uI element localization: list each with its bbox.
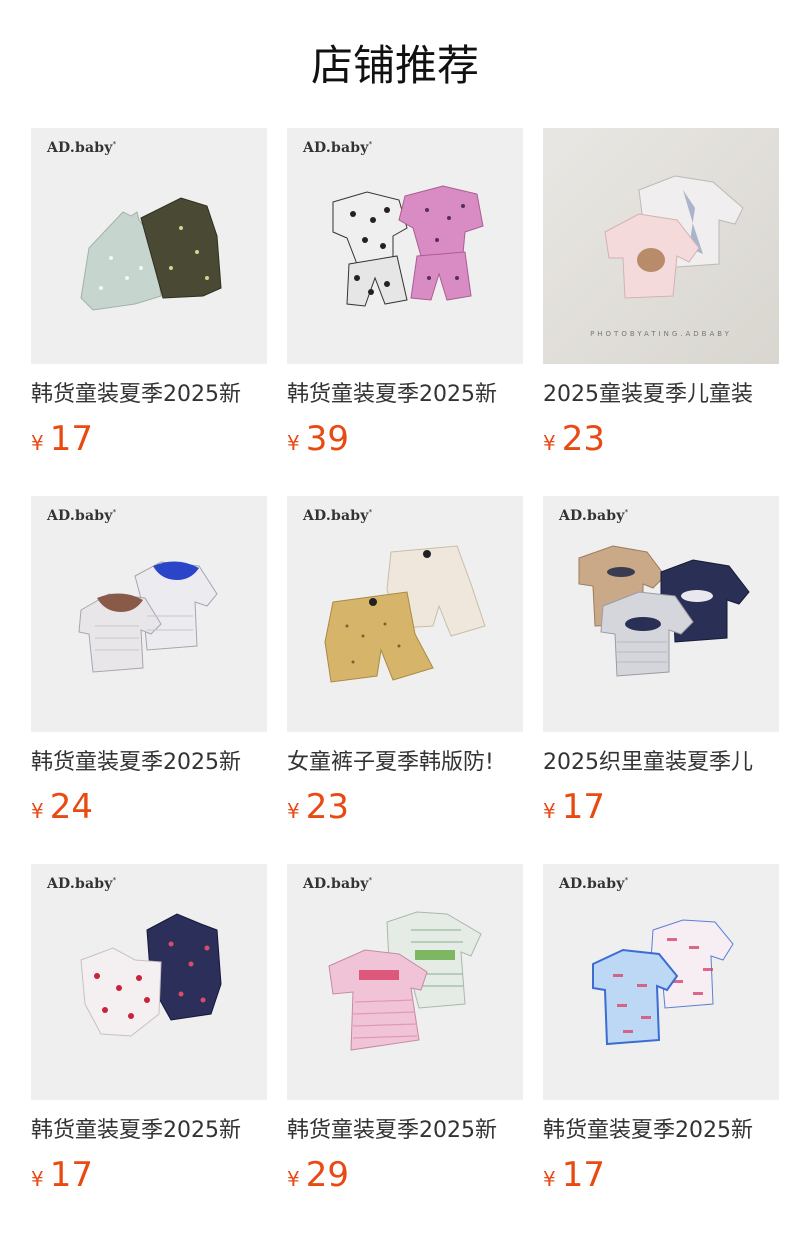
recommended-page: 店铺推荐 AD.baby* 韩货童装夏季2025新 ¥17 AD.baby* 韩…	[0, 0, 790, 1234]
product-title[interactable]: 女童裤子夏季韩版防!	[287, 746, 523, 780]
printed-tees-photo-icon	[604, 175, 744, 299]
product-price: ¥24	[31, 784, 267, 830]
apple-avocado-dresses-icon	[328, 911, 482, 1051]
price-value: 17	[561, 787, 605, 827]
currency-symbol: ¥	[287, 1167, 300, 1191]
product-price: ¥39	[287, 416, 523, 462]
product-card[interactable]: PHOTOBYATING.ADBABY 2025童装夏季儿童装 ¥23	[543, 128, 779, 496]
ruffle-collar-tees-icon	[78, 561, 218, 673]
product-image[interactable]: AD.baby*	[287, 864, 523, 1100]
product-price: ¥23	[543, 416, 779, 462]
section-title: 店铺推荐	[310, 41, 479, 90]
product-price: ¥29	[287, 1152, 523, 1198]
currency-symbol: ¥	[31, 799, 44, 823]
price-value: 17	[49, 419, 93, 459]
product-image[interactable]: PHOTOBYATING.ADBABY	[543, 128, 779, 364]
product-card[interactable]: AD.baby* 女童裤子夏季韩版防! ¥23	[287, 496, 523, 864]
product-price: ¥17	[31, 1152, 267, 1198]
product-title[interactable]: 韩货童装夏季2025新	[287, 378, 523, 412]
product-title[interactable]: 韩货童装夏季2025新	[287, 1114, 523, 1148]
photo-watermark: PHOTOBYATING.ADBABY	[590, 330, 732, 338]
product-card[interactable]: AD.baby* 韩货童装夏季2025新 ¥24	[31, 496, 267, 864]
product-title[interactable]: 韩货童装夏季2025新	[31, 746, 267, 780]
product-title[interactable]: 2025织里童装夏季儿	[543, 746, 779, 780]
product-price: ¥17	[543, 1152, 779, 1198]
currency-symbol: ¥	[543, 1167, 556, 1191]
product-price: ¥17	[543, 784, 779, 830]
product-card[interactable]: AD.baby* 韩货童装夏季2025新 ¥17	[543, 864, 779, 1232]
price-value: 23	[561, 419, 605, 459]
product-title[interactable]: 2025童装夏季儿童装	[543, 378, 779, 412]
currency-symbol: ¥	[31, 431, 44, 455]
currency-symbol: ¥	[287, 799, 300, 823]
product-card[interactable]: AD.baby* 2025织里童装夏季儿 ¥17	[543, 496, 779, 864]
currency-symbol: ¥	[31, 1167, 44, 1191]
currency-symbol: ¥	[543, 431, 556, 455]
product-title[interactable]: 韩货童装夏季2025新	[31, 1114, 267, 1148]
product-card[interactable]: AD.baby* 韩货童装夏季2025新 ¥39	[287, 128, 523, 496]
product-price: ¥23	[287, 784, 523, 830]
currency-symbol: ¥	[543, 799, 556, 823]
currency-symbol: ¥	[287, 431, 300, 455]
pattern-tees-icon	[592, 919, 734, 1046]
product-grid: AD.baby* 韩货童装夏季2025新 ¥17 AD.baby* 韩货童装夏季…	[31, 128, 779, 1232]
product-card[interactable]: AD.baby* 韩货童装夏季2025新 ¥29	[287, 864, 523, 1232]
product-image[interactable]: AD.baby*	[543, 864, 779, 1100]
shorts-icon	[324, 545, 486, 683]
product-image[interactable]: AD.baby*	[31, 496, 267, 732]
price-value: 23	[305, 787, 349, 827]
couleur-tees-icon	[578, 545, 750, 677]
cherry-print-tops-icon	[80, 913, 222, 1037]
product-card[interactable]: AD.baby* 韩货童装夏季2025新 ¥17	[31, 128, 267, 496]
product-image[interactable]: AD.baby*	[31, 128, 267, 364]
product-title[interactable]: 韩货童装夏季2025新	[31, 378, 267, 412]
price-value: 24	[49, 787, 93, 827]
polka-dot-sets-icon	[332, 185, 484, 307]
product-image[interactable]: AD.baby*	[287, 128, 523, 364]
price-value: 17	[49, 1155, 93, 1195]
product-title[interactable]: 韩货童装夏季2025新	[543, 1114, 779, 1148]
price-value: 29	[305, 1155, 349, 1195]
price-value: 17	[561, 1155, 605, 1195]
product-image[interactable]: AD.baby*	[31, 864, 267, 1100]
price-value: 39	[305, 419, 349, 459]
product-card[interactable]: AD.baby* 韩货童装夏季2025新 ¥17	[31, 864, 267, 1232]
product-price: ¥17	[31, 416, 267, 462]
floral-camisole-tops-icon	[80, 197, 222, 311]
product-image[interactable]: AD.baby*	[287, 496, 523, 732]
product-image[interactable]: AD.baby*	[543, 496, 779, 732]
